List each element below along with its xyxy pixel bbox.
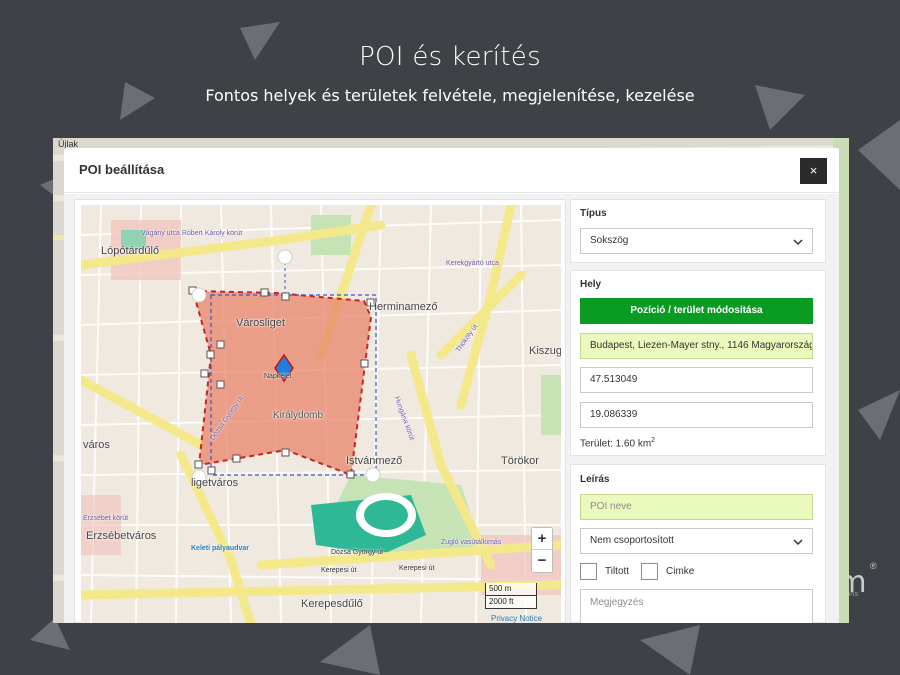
forbidden-checkbox-label: Tiltott xyxy=(605,566,630,577)
page-title: POI és kerítés xyxy=(359,42,541,72)
note-textarea[interactable]: Megjegyzés xyxy=(580,589,813,623)
location-panel-title: Hely xyxy=(580,279,602,290)
address-field[interactable]: Budapest, Liezen-Mayer stny., 1146 Magya… xyxy=(580,333,813,359)
map-label: Kerepesdűlő xyxy=(301,598,363,610)
latitude-field[interactable]: 47.513049 xyxy=(580,367,813,393)
map-label: Lópótárdűlő xyxy=(101,245,160,257)
map-label: Kerepesi út xyxy=(399,565,435,572)
dialog-title: POI beállítása xyxy=(79,162,165,177)
map-label: Keleti pályaudvar xyxy=(191,545,249,552)
map-label: Törökor xyxy=(501,455,539,467)
label-checkbox[interactable] xyxy=(641,563,658,580)
label-checkbox-label: Cimke xyxy=(666,566,695,577)
map-label: Kerekgyártó utca xyxy=(446,260,499,267)
group-select-value: Nem csoportosított xyxy=(590,535,674,546)
map-label: Városliget xyxy=(236,317,285,329)
description-panel-title: Leírás xyxy=(580,474,610,485)
map-scale: 500 m 2000 ft xyxy=(485,583,537,609)
poi-name-input[interactable]: POI neve xyxy=(580,494,813,520)
map-label: Napkelet xyxy=(264,373,292,380)
type-panel: Típus Sokszög xyxy=(570,199,826,263)
map-label: Zugló vasútállomás xyxy=(441,539,502,546)
poi-settings-dialog: POI beállítása × Lópótárdűlő Városliget … xyxy=(64,148,839,623)
map-label: Erzsébet körút xyxy=(83,515,129,522)
map-label: Vágány utca Róbert Károly körút xyxy=(141,230,243,237)
scale-feet: 2000 ft xyxy=(485,596,537,609)
zoom-in-button[interactable]: + xyxy=(532,528,552,550)
location-panel: Hely Pozíció / terület módosítása Budape… xyxy=(570,270,826,456)
longitude-field[interactable]: 19.086339 xyxy=(580,402,813,428)
deco-triangle xyxy=(320,625,380,675)
map-label: Királydomb xyxy=(273,410,324,421)
area-exponent: 2 xyxy=(651,437,656,444)
map-label: Herminamező xyxy=(369,301,438,313)
map-view[interactable]: Lópótárdűlő Városliget Napkelet Királydo… xyxy=(81,205,561,623)
map-label: Erzsébetváros xyxy=(86,530,157,542)
chevron-down-icon xyxy=(793,239,803,246)
map-attribution-link[interactable]: Privacy Notice xyxy=(491,614,542,623)
dialog-body: Lópótárdűlő Városliget Napkelet Királydo… xyxy=(64,194,839,623)
map-label: Dózsa György út xyxy=(331,549,384,556)
brand-registered-mark: ® xyxy=(870,561,877,571)
map-label: Istvánmező xyxy=(346,455,403,467)
area-readout: Terület: 1.60 km2 xyxy=(580,437,655,449)
area-value: Terület: 1.60 km xyxy=(580,438,652,450)
deco-triangle xyxy=(640,625,700,675)
type-select[interactable]: Sokszög xyxy=(580,228,813,254)
scale-meters: 500 m xyxy=(485,583,537,596)
map-label: város xyxy=(83,439,110,451)
zoom-out-button[interactable]: − xyxy=(532,550,552,572)
deco-triangle xyxy=(858,120,900,190)
type-select-value: Sokszög xyxy=(590,235,629,246)
zoom-control: + − xyxy=(531,527,553,573)
modify-position-button[interactable]: Pozíció / terület módosítása xyxy=(580,298,813,324)
map-label: ligetváros xyxy=(191,477,239,489)
map-label: Kiszug xyxy=(529,345,561,357)
group-select[interactable]: Nem csoportosított xyxy=(580,528,813,554)
close-button[interactable]: × xyxy=(800,158,827,184)
map-panel: Lópótárdűlő Városliget Napkelet Királydo… xyxy=(74,199,566,623)
map-label: Kerepesi út xyxy=(321,567,357,574)
chevron-down-icon xyxy=(793,539,803,546)
page-subtitle: Fontos helyek és területek felvétele, me… xyxy=(205,86,695,105)
app-screen: Újlak POI beállítása × Lópótárdűlő Város… xyxy=(53,138,849,623)
dialog-header: POI beállítása × xyxy=(64,148,839,193)
type-panel-title: Típus xyxy=(580,208,607,219)
description-panel: Leírás POI neve Nem csoportosított Tilto… xyxy=(570,464,826,623)
deco-triangle xyxy=(858,390,900,440)
forbidden-checkbox[interactable] xyxy=(580,563,597,580)
